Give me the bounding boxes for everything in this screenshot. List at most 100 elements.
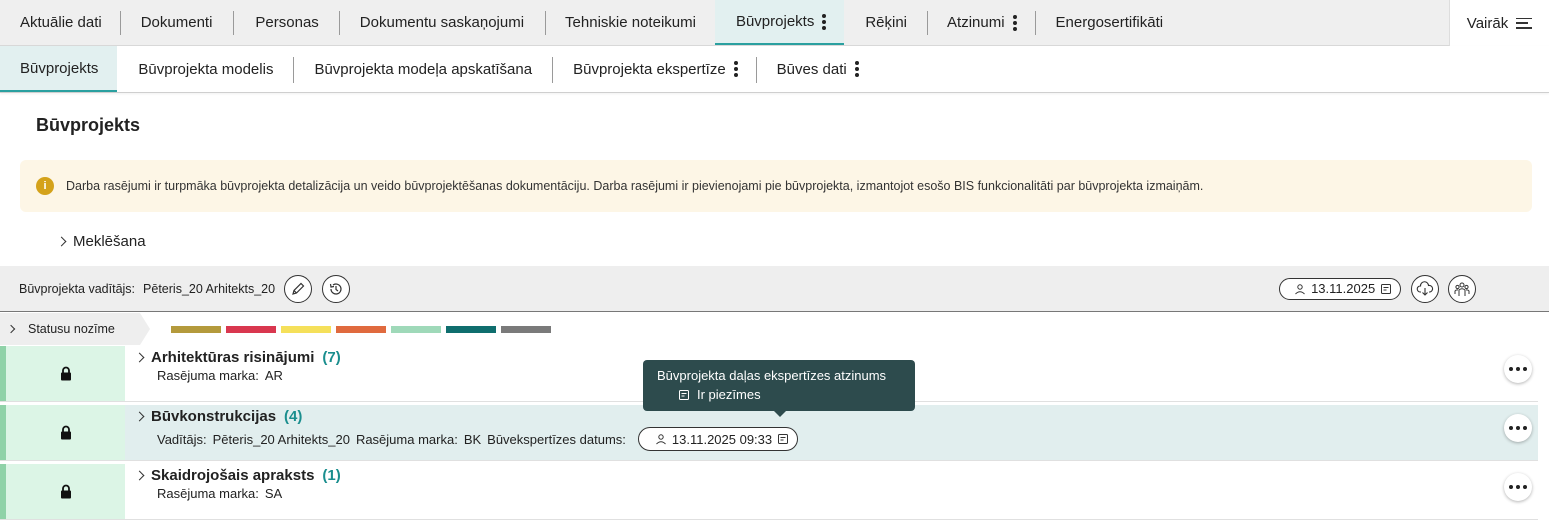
tab-personas[interactable]: Personas	[233, 0, 338, 45]
row-more-button[interactable]	[1504, 414, 1532, 442]
lock-icon	[60, 425, 71, 440]
team-icon	[1454, 282, 1470, 296]
vaditajs-label: Vadītājs:	[157, 431, 207, 447]
tab-label: Personas	[255, 14, 319, 31]
subtab-buvprojekts[interactable]: Būvprojekts	[0, 46, 118, 92]
info-banner: i Darba rasējumi ir turpmāka būvprojekta…	[20, 160, 1532, 212]
manager-name: Pēteris_20 Arhitekts_20	[143, 281, 276, 296]
row-name: Būvkonstrukcijas	[151, 408, 277, 425]
tab-dokumentu-saskanojumi[interactable]: Dokumentu saskaņojumi	[338, 0, 545, 45]
tab-aktualie-dati[interactable]: Aktuālie dati	[0, 0, 120, 45]
manager-label: Būvprojekta vadītājs:	[19, 281, 136, 296]
tab-label: Energosertifikāti	[1055, 14, 1164, 31]
chevron-right-icon	[134, 352, 145, 363]
expert-label: Būvekspertīzes datums:	[487, 431, 626, 447]
marka-label: Rasējuma marka:	[157, 368, 259, 383]
team-button[interactable]	[1448, 274, 1477, 303]
expertise-tooltip: Būvprojekta daļas ekspertīzes atzinums I…	[643, 360, 915, 417]
tab-atzinumi[interactable]: Atzinumi	[927, 0, 1035, 45]
marka-label: Rasējuma marka:	[355, 431, 458, 447]
subtab-buvprojekta-ekspertize[interactable]: Būvprojekta ekspertīze	[552, 46, 756, 92]
person-icon	[1295, 283, 1305, 294]
row-count: (1)	[322, 467, 341, 484]
tab-label: Būvprojekta ekspertīze	[573, 60, 726, 78]
download-button[interactable]	[1411, 274, 1440, 303]
marka-value: AR	[264, 368, 283, 383]
row-name: Arhitektūras risinājumi	[151, 349, 315, 366]
row-more-button[interactable]	[1504, 473, 1532, 501]
date-badge[interactable]: 13.11.2025	[1279, 277, 1402, 300]
marka-value: BK	[463, 431, 482, 447]
status-legend-label: Statusu nozīme	[28, 322, 115, 336]
expert-date: 13.11.2025 09:33	[671, 431, 773, 447]
kebab-menu-icon[interactable]	[822, 13, 827, 30]
kebab-menu-icon[interactable]	[854, 61, 859, 77]
status-swatch	[336, 325, 386, 333]
status-legend: Statusu nozīme	[0, 313, 1549, 345]
row-title[interactable]: Skaidrojošais apraksts (1)	[134, 467, 1538, 484]
kebab-menu-icon[interactable]	[733, 61, 738, 77]
project-toolbar: Būvprojekta vadītājs: Pēteris_20 Arhitek…	[0, 266, 1549, 312]
tab-label: Rēķini	[865, 14, 908, 31]
chevron-right-icon	[134, 470, 145, 481]
history-button[interactable]	[322, 274, 351, 303]
tab-label: Atzinumi	[947, 14, 1005, 31]
pencil-icon	[292, 282, 305, 295]
lock-icon	[60, 484, 71, 499]
page-title: Būvprojekts	[36, 115, 141, 135]
row-count: (7)	[322, 349, 341, 366]
status-swatch	[446, 325, 496, 333]
tab-label: Dokumenti	[140, 14, 213, 31]
marka-value: SA	[264, 486, 283, 501]
lock-cell	[0, 464, 125, 519]
lock-icon	[60, 366, 71, 381]
table-row[interactable]: Skaidrojošais apraksts (1) Rasējuma mark…	[0, 464, 1538, 520]
lock-cell	[0, 346, 125, 401]
search-label: Meklēšana	[73, 233, 146, 250]
subtab-buvprojekta-modelis[interactable]: Būvprojekta modelis	[117, 46, 293, 92]
row-meta: Rasējuma marka: SA	[157, 486, 1538, 501]
row-meta: Vadītājs: Pēteris_20 Arhitekts_20 Rasēju…	[157, 427, 1538, 451]
status-swatch	[391, 325, 441, 333]
tab-label: Būvprojekta modelis	[138, 60, 274, 78]
kebab-menu-icon[interactable]	[1012, 14, 1017, 31]
note-icon	[1381, 283, 1392, 294]
info-icon: i	[36, 177, 54, 195]
status-swatch	[171, 325, 221, 333]
subtab-modela-apskatisana[interactable]: Būvprojekta modeļa apskatīšana	[293, 46, 552, 92]
chevron-right-icon	[134, 411, 145, 422]
tab-buvprojekts[interactable]: Būvprojekts	[714, 0, 845, 45]
marka-label: Rasējuma marka:	[157, 486, 259, 501]
status-swatch	[226, 325, 276, 333]
tab-label: Būvprojekts	[735, 13, 815, 30]
date-text: 13.11.2025	[1311, 281, 1376, 296]
edit-button[interactable]	[284, 274, 313, 303]
status-swatch	[281, 325, 331, 333]
subtab-buves-dati[interactable]: Būves dati	[755, 46, 877, 92]
sub-navigation: Būvprojekts Būvprojekta modelis Būvproje…	[0, 46, 1549, 93]
status-swatch	[501, 325, 551, 333]
lock-cell	[0, 405, 125, 460]
tooltip-note: Ir piezīmes	[697, 387, 761, 402]
more-menu-button[interactable]: Vairāk	[1449, 0, 1549, 46]
tab-label: Aktuālie dati	[20, 14, 102, 31]
status-swatches	[171, 325, 551, 333]
table-row[interactable]: Būvkonstrukcijas (4) Vadītājs: Pēteris_2…	[0, 405, 1538, 461]
chevron-right-icon	[56, 236, 67, 247]
tab-label: Būvprojekta modeļa apskatīšana	[314, 60, 533, 78]
row-more-button[interactable]	[1504, 355, 1532, 383]
tab-energosertifikati[interactable]: Energosertifikāti	[1034, 0, 1184, 45]
row-name: Skaidrojošais apraksts	[151, 467, 315, 484]
tab-label: Būvprojekts	[20, 59, 99, 77]
status-legend-toggle[interactable]: Statusu nozīme	[0, 313, 150, 345]
note-icon	[778, 434, 789, 444]
tab-label: Būves dati	[776, 60, 847, 78]
search-expander[interactable]: Meklēšana	[56, 233, 146, 250]
tab-tehniskie-noteikumi[interactable]: Tehniskie noteikumi	[545, 0, 715, 45]
tab-dokumenti[interactable]: Dokumenti	[119, 0, 234, 45]
expert-date-badge[interactable]: 13.11.2025 09:33	[637, 427, 799, 451]
chevron-right-icon	[6, 324, 16, 334]
tab-rekini[interactable]: Rēķini	[844, 0, 927, 45]
top-navigation: Aktuālie dati Dokumenti Personas Dokumen…	[0, 0, 1549, 46]
hamburger-icon	[1516, 17, 1533, 29]
